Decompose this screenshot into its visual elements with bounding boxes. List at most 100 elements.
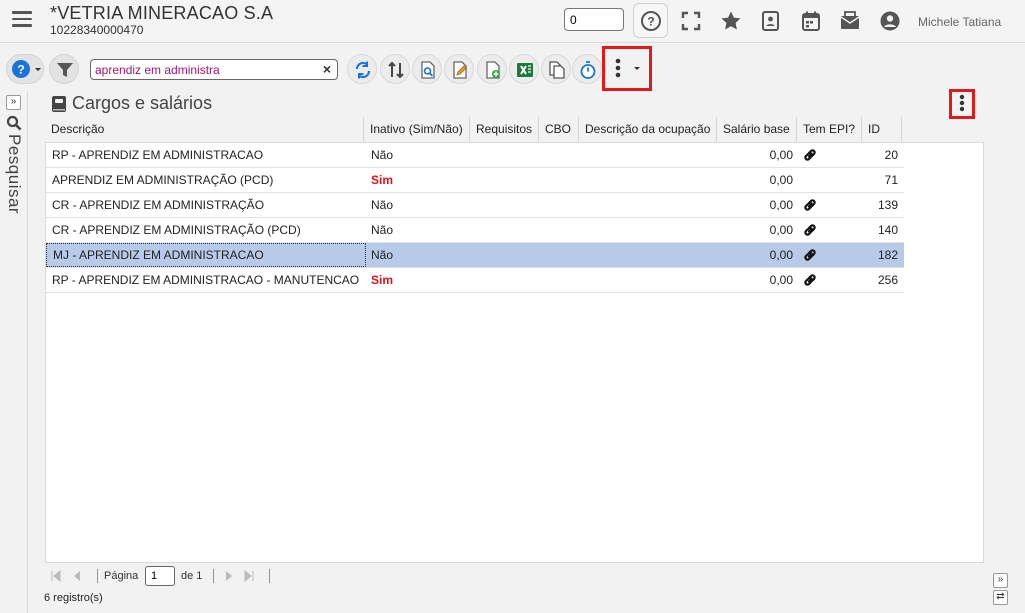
- previous-page-icon[interactable]: [71, 570, 83, 582]
- record-count: 6 registro(s): [44, 592, 103, 604]
- excel-icon: [517, 63, 533, 77]
- sort-button[interactable]: [380, 54, 410, 84]
- link-icon[interactable]: [803, 198, 817, 212]
- cell-salario-base: 0,00: [769, 223, 793, 237]
- cell-inativo: Sim: [371, 273, 394, 287]
- table-row[interactable]: RP - APRENDIZ EM ADMINISTRACAO Não 0,00 20: [46, 143, 904, 168]
- table-row[interactable]: RP - APRENDIZ EM ADMINISTRACAO - MANUTEN…: [46, 268, 904, 293]
- column-header-descricao[interactable]: Descrição: [45, 117, 364, 141]
- clear-search-icon[interactable]: ×: [323, 61, 331, 77]
- cell-id: 182: [877, 248, 898, 262]
- search-field[interactable]: ×: [90, 59, 338, 80]
- table-row[interactable]: APRENDIZ EM ADMINISTRAÇÃO (PCD) Sim 0,00 71: [46, 168, 904, 193]
- cell-descricao: APRENDIZ EM ADMINISTRAÇÃO (PCD): [52, 173, 274, 187]
- search-input[interactable]: [91, 60, 311, 79]
- link-icon[interactable]: [803, 223, 817, 237]
- app-header: *VETRIA MINERACAO S.A 10228340000470 ? M…: [0, 0, 1025, 43]
- edit-icon: [453, 61, 467, 79]
- preview-button[interactable]: [412, 54, 442, 84]
- panel-menu-button[interactable]: [949, 89, 975, 119]
- first-page-icon[interactable]: [50, 570, 62, 582]
- star-icon[interactable]: [720, 10, 742, 32]
- calendar-icon[interactable]: [800, 10, 822, 32]
- cell-salario-base: 0,00: [769, 173, 793, 187]
- pager-divider: [97, 569, 98, 583]
- cell-id: 71: [884, 173, 898, 187]
- cell-id: 139: [877, 198, 898, 212]
- last-page-icon[interactable]: [243, 570, 255, 582]
- refresh-icon: [355, 61, 371, 79]
- link-icon[interactable]: [803, 273, 817, 287]
- cell-tem-epi: [803, 218, 823, 243]
- user-name[interactable]: Michele Tatiana: [918, 15, 1001, 29]
- counter-input[interactable]: [564, 8, 624, 31]
- book-icon: [52, 95, 66, 112]
- section-title: Cargos e salários: [52, 93, 212, 114]
- timer-icon: [580, 61, 596, 79]
- page-total: de 1: [181, 570, 203, 582]
- cell-inativo: Não: [371, 248, 394, 262]
- pager-divider: [213, 569, 214, 583]
- more-icon: [615, 58, 640, 78]
- cell-salario-base: 0,00: [769, 273, 793, 287]
- edit-button[interactable]: [444, 54, 474, 84]
- table-row[interactable]: MJ - APRENDIZ EM ADMINISTRACAO Não 0,00 182: [46, 243, 904, 268]
- cell-id: 20: [884, 148, 898, 162]
- cell-salario-base: 0,00: [769, 148, 793, 162]
- sort-icon: [388, 61, 404, 79]
- link-icon[interactable]: [803, 148, 817, 162]
- page-title: Cargos e salários: [72, 93, 213, 113]
- new-record-button[interactable]: [477, 54, 507, 84]
- svg-text:?: ?: [647, 15, 654, 29]
- more-actions-button[interactable]: [602, 46, 652, 91]
- column-header-tem-epi[interactable]: Tem EPI?: [797, 117, 862, 141]
- cell-inativo: Não: [371, 223, 394, 237]
- column-header-inativo[interactable]: Inativo (Sim/Não): [364, 117, 470, 141]
- cell-tem-epi: [803, 143, 823, 168]
- menu-icon[interactable]: [12, 11, 32, 29]
- company-id: 10228340000470: [50, 23, 144, 37]
- more-vertical-icon: [959, 94, 965, 112]
- page-number-input[interactable]: [145, 566, 175, 586]
- timer-button[interactable]: [572, 54, 602, 84]
- cell-salario-base: 0,00: [769, 248, 793, 262]
- data-grid: RP - APRENDIZ EM ADMINISTRACAO Não 0,00 20 A…: [45, 142, 984, 563]
- table-row[interactable]: CR - APRENDIZ EM ADMINISTRAÇÃO Não 0,00 139: [46, 193, 904, 218]
- cell-tem-epi: [803, 168, 823, 193]
- new-icon: [486, 61, 500, 79]
- pager-divider: [269, 569, 270, 583]
- expand-right-button[interactable]: »: [993, 573, 1008, 588]
- search-panel-label[interactable]: Pesquisar: [4, 134, 24, 214]
- cell-salario-base: 0,00: [769, 198, 793, 212]
- cell-id: 140: [877, 223, 898, 237]
- export-excel-button[interactable]: [509, 54, 539, 84]
- cell-descricao: RP - APRENDIZ EM ADMINISTRACAO: [52, 148, 264, 162]
- next-page-icon[interactable]: [223, 570, 235, 582]
- cell-id: 256: [877, 273, 898, 287]
- refresh-small-button[interactable]: ⇄: [993, 590, 1008, 605]
- filter-button[interactable]: [49, 54, 79, 84]
- pager: Página de 1: [45, 565, 445, 587]
- column-header-id[interactable]: ID: [862, 117, 902, 141]
- cell-inativo: Não: [371, 198, 394, 212]
- column-header-requisitos[interactable]: Requisitos: [470, 117, 539, 141]
- link-icon[interactable]: [803, 248, 817, 262]
- column-header-descricao-ocupacao[interactable]: Descrição da ocupação: [579, 117, 717, 141]
- cell-tem-epi: [803, 243, 823, 268]
- table-row[interactable]: CR - APRENDIZ EM ADMINISTRAÇÃO (PCD) Não 0…: [46, 218, 904, 243]
- search-icon[interactable]: [6, 115, 22, 131]
- user-avatar-icon[interactable]: [879, 10, 901, 32]
- column-header-cbo[interactable]: CBO: [539, 117, 579, 141]
- help-dropdown-button[interactable]: ?: [6, 54, 44, 84]
- mail-icon[interactable]: [839, 10, 861, 32]
- fullscreen-icon[interactable]: [680, 10, 702, 32]
- copy-button[interactable]: [541, 54, 571, 84]
- refresh-button[interactable]: [347, 54, 377, 84]
- help-circle-icon: ?: [641, 11, 661, 31]
- contact-card-icon[interactable]: [760, 10, 782, 32]
- column-header-salario-base[interactable]: Salário base: [717, 117, 797, 141]
- help-circle-button[interactable]: ?: [633, 3, 668, 38]
- cell-tem-epi: [803, 268, 823, 293]
- expand-sidebar-button[interactable]: »: [6, 95, 21, 110]
- grid-header: Descrição Inativo (Sim/Não) Requisitos C…: [45, 117, 985, 141]
